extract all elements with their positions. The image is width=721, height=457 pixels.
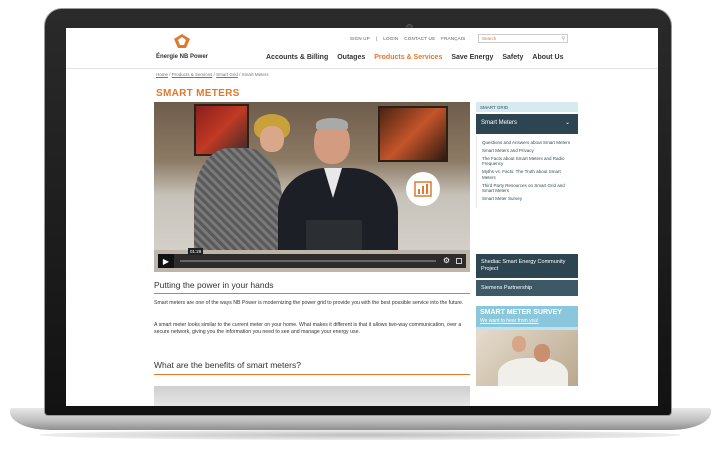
gear-icon[interactable]: ⚙ [443, 256, 450, 265]
video-progress-bar[interactable] [180, 260, 436, 262]
video-person [260, 126, 284, 152]
chevron-down-icon: ⌄ [564, 120, 570, 126]
sidebar-sublist: Questions and Answers about Smart Meters… [476, 136, 578, 209]
site-logo[interactable]: Énergie NB Power [148, 34, 216, 60]
video-laptop [306, 220, 362, 250]
video-player[interactable]: ▶ 01:29 ⚙ [154, 102, 470, 272]
survey-photo [476, 330, 578, 386]
video-person [316, 118, 348, 130]
sidebar-item-smart-meters[interactable]: Smart Meters ⌄ [476, 114, 578, 134]
wall-painting [378, 106, 448, 162]
play-icon[interactable]: ▶ [158, 254, 174, 268]
sidebar-subitem-myths-facts[interactable]: Myths vs. Facts: The Truth about Smart M… [482, 169, 573, 180]
fullscreen-icon[interactable] [456, 258, 462, 264]
breadcrumb: Home / Products & Services / Smart Grid … [156, 72, 269, 77]
sidebar-item-label: Smart Meters [481, 120, 518, 126]
nav-about-us[interactable]: About Us [532, 54, 563, 61]
nav-products-services[interactable]: Products & Services [374, 54, 442, 61]
heading-divider [154, 374, 470, 375]
sidebar-subitem-radio-frequency[interactable]: The Facts about Smart Meters and Radio F… [482, 156, 573, 167]
survey-link[interactable]: We want to hear from you! [476, 317, 578, 327]
video-time: 01:29 [188, 248, 204, 255]
survey-photo-person [534, 344, 550, 362]
util-link-francais[interactable]: FRANÇAIS [441, 36, 465, 41]
heading-divider [154, 293, 470, 294]
heading-benefits: What are the benefits of smart meters? [154, 360, 301, 370]
logo-icon [174, 34, 190, 48]
breadcrumb-home[interactable]: Home [156, 72, 168, 77]
paragraph-description: A smart meter looks similar to the curre… [154, 322, 462, 336]
nav-safety[interactable]: Safety [502, 54, 523, 61]
search-icon[interactable]: ⚲ [561, 36, 565, 42]
survey-photo-person [512, 336, 526, 352]
util-link-signup[interactable]: SIGN UP [350, 36, 370, 41]
sidebar-subitem-survey[interactable]: Smart Meter Survey [482, 196, 573, 201]
survey-banner[interactable]: SMART METER SURVEY We want to hear from … [476, 306, 578, 386]
laptop-screen: Énergie NB Power SIGN UP | LOGIN CONTACT… [66, 28, 658, 406]
laptop-shadow [40, 430, 680, 440]
sidebar-item-shediac[interactable]: Shediac Smart Energy Community Project [476, 254, 578, 278]
video-controls: ▶ 01:29 ⚙ [158, 248, 466, 268]
utility-nav: SIGN UP | LOGIN CONTACT US FRANÇAIS [350, 36, 466, 41]
util-link-login[interactable]: LOGIN [383, 36, 398, 41]
util-separator: | [375, 36, 378, 41]
survey-title: SMART METER SURVEY [476, 306, 578, 317]
sidebar-subitem-privacy[interactable]: Smart Meters and Privacy [482, 148, 573, 153]
heading-power: Putting the power in your hands [154, 280, 274, 290]
page-title: SMART METERS [156, 88, 240, 99]
breadcrumb-smart-grid[interactable]: Smart Grid [216, 72, 238, 77]
search-placeholder: Search [482, 36, 497, 41]
sidebar-subitem-third-party[interactable]: Third Party Resources on Smart Grid and … [482, 183, 573, 194]
logo-text: Énergie NB Power [155, 54, 208, 60]
survey-photo-person [498, 358, 568, 386]
sidebar-item-siemens[interactable]: Siemens Partnership [476, 280, 578, 296]
paragraph-intro: Smart meters are one of the ways NB Powe… [154, 300, 464, 306]
nav-save-energy[interactable]: Save Energy [451, 54, 493, 61]
sidebar-subitem-qa[interactable]: Questions and Answers about Smart Meters [482, 140, 573, 145]
nav-outages[interactable]: Outages [337, 54, 365, 61]
sidebar-section-label: SMART GRID [476, 102, 578, 112]
main-nav: Accounts & Billing Outages Products & Se… [266, 54, 564, 61]
chart-icon [406, 172, 440, 206]
header-divider [66, 68, 658, 69]
search-input[interactable]: Search ⚲ [478, 34, 568, 43]
nav-accounts-billing[interactable]: Accounts & Billing [266, 54, 328, 61]
util-link-contact[interactable]: CONTACT US [404, 36, 435, 41]
breadcrumb-products[interactable]: Products & Services [172, 72, 213, 77]
breadcrumb-current: Smart Meters [241, 72, 269, 77]
content-image [154, 386, 470, 406]
